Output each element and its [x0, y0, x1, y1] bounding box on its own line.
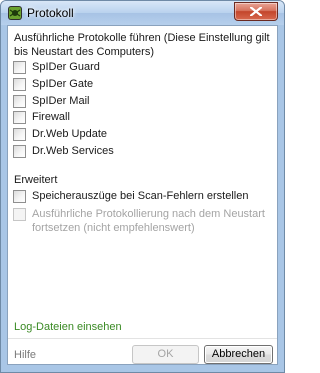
checkbox-label: Ausführliche Protokollierung nach dem Ne…	[32, 208, 265, 234]
checkbox-label: SpIDer Gate	[32, 78, 94, 90]
checkbox-label: Speicherauszüge bei Scan-Fehlern erstell…	[32, 190, 249, 202]
protokoll-dialog: Protokoll Ausführliche Protokolle führen…	[0, 0, 285, 373]
checkbox-box[interactable]	[13, 61, 26, 74]
checkbox-box	[13, 208, 26, 221]
view-log-files-link[interactable]: Log-Dateien einsehen	[14, 320, 122, 334]
checkbox-label: Firewall	[32, 111, 70, 123]
advanced-section-title: Erweitert	[14, 174, 58, 186]
checkbox-label: Dr.Web Services	[32, 145, 114, 157]
checkbox-box[interactable]	[13, 145, 26, 158]
checkbox-box[interactable]	[13, 111, 26, 124]
help-link[interactable]: Hilfe	[14, 349, 36, 361]
checkbox-box[interactable]	[13, 190, 26, 203]
ok-button[interactable]: OK	[132, 345, 199, 364]
checkbox-box[interactable]	[13, 78, 26, 91]
dialog-content: Ausführliche Protokolle führen (Diese Ei…	[7, 25, 278, 365]
title-bar: Protokoll	[1, 1, 284, 25]
cancel-button[interactable]: Abbrechen	[204, 345, 273, 364]
intro-text: Ausführliche Protokolle führen (Diese Ei…	[14, 32, 270, 58]
drweb-spider-icon	[7, 5, 23, 21]
checkbox-label: SpIDer Mail	[32, 95, 90, 107]
checkbox-label: SpIDer Guard	[32, 61, 100, 73]
footer-divider	[8, 338, 277, 339]
close-x-icon	[250, 7, 262, 16]
window-title: Protokoll	[27, 6, 74, 20]
checkbox-box[interactable]	[13, 95, 26, 108]
checkbox-label: Dr.Web Update	[32, 128, 108, 140]
close-button[interactable]	[234, 2, 278, 21]
checkbox-box[interactable]	[13, 128, 26, 141]
